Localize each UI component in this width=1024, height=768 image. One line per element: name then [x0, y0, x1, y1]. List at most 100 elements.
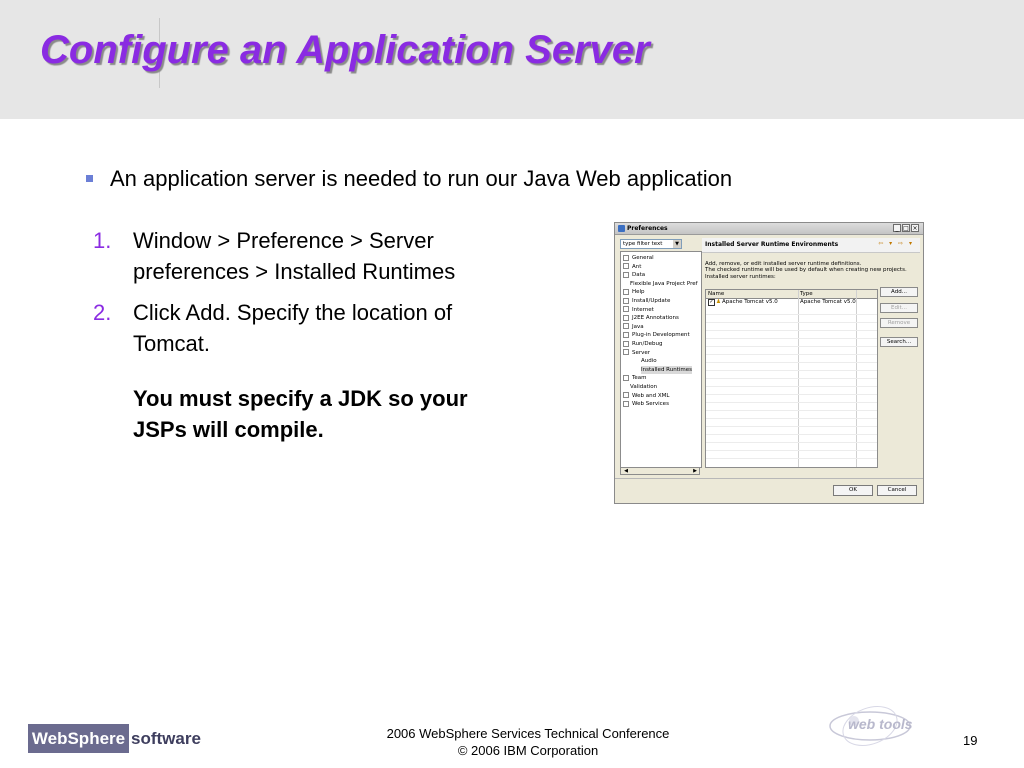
- column-type[interactable]: Type: [798, 290, 813, 298]
- edit-button[interactable]: Edit...: [880, 303, 918, 313]
- bullet-marker: [86, 175, 93, 182]
- table-row[interactable]: ✓ ♟ Apache Tomcat v5.0 Apache Tomcat v5.…: [706, 298, 877, 306]
- page-title: Installed Server Runtime Environments: [705, 241, 839, 248]
- remove-button[interactable]: Remove: [880, 318, 918, 328]
- tree-item-java[interactable]: Java: [623, 323, 644, 332]
- webtools-logo: web tools: [829, 706, 913, 746]
- row-line: [706, 402, 877, 403]
- row-line: [706, 354, 877, 355]
- filter-input[interactable]: type filter text ▼: [620, 239, 682, 249]
- filter-placeholder: type filter text: [623, 241, 663, 247]
- window-icon: [618, 225, 625, 232]
- expand-icon[interactable]: [623, 271, 629, 278]
- logo-software-text: software: [131, 729, 201, 748]
- nav-arrows-icon[interactable]: ⇦ ▾ ⇨ ▾: [878, 240, 914, 247]
- tree-item-run-debug[interactable]: Run/Debug: [623, 340, 663, 349]
- expand-icon[interactable]: [623, 297, 629, 304]
- row-line: [706, 442, 877, 443]
- expand-icon[interactable]: [623, 314, 629, 321]
- tree-item-web-xml[interactable]: Web and XML: [623, 392, 669, 401]
- tree-item-server[interactable]: Server: [623, 349, 650, 358]
- logo-websphere-text: WebSphere: [28, 724, 129, 753]
- row-line: [706, 434, 877, 435]
- dialog-title: Preferences: [627, 225, 668, 232]
- row-line: [706, 362, 877, 363]
- expand-icon[interactable]: [623, 288, 629, 295]
- footer-text: 2006 WebSphere Services Technical Confer…: [330, 725, 726, 759]
- row-line: [706, 450, 877, 451]
- page-number: 19: [963, 733, 978, 748]
- add-button[interactable]: Add...: [880, 287, 918, 297]
- tree-item-audio[interactable]: Audio: [641, 357, 657, 366]
- tree-item-data[interactable]: Data: [623, 271, 645, 280]
- expand-icon[interactable]: [623, 254, 629, 261]
- tree-item-ant[interactable]: Ant: [623, 263, 641, 272]
- expand-icon[interactable]: [623, 306, 629, 313]
- row-line: [706, 370, 877, 371]
- row-line: [706, 314, 877, 315]
- conference-name: 2006 WebSphere Services Technical Confer…: [386, 726, 670, 741]
- search-button[interactable]: Search...: [880, 337, 918, 347]
- slide-title: Configure an Application Server: [40, 28, 650, 72]
- step-text: Window > Preference > Server preferences…: [133, 228, 456, 284]
- tree-scrollbar[interactable]: ◀ ▶: [620, 467, 700, 475]
- tree-item-web-services[interactable]: Web Services: [623, 400, 669, 409]
- expand-icon[interactable]: [623, 392, 629, 399]
- tree-item-install-update[interactable]: Install/Update: [623, 297, 670, 306]
- row-line: [706, 426, 877, 427]
- row-line: [706, 394, 877, 395]
- tree-item-team[interactable]: Team: [623, 374, 647, 383]
- copyright: © 2006 IBM Corporation: [457, 743, 599, 758]
- desc-line-3: Installed server runtimes:: [705, 273, 776, 280]
- preferences-dialog: Preferences _ □ × type filter text ▼ Gen…: [614, 222, 924, 504]
- step-item: 1. Window > Preference > Server preferen…: [90, 225, 500, 287]
- step-number: 2.: [93, 300, 112, 325]
- desc-line-2: The checked runtime will be used by defa…: [705, 267, 907, 274]
- column-name[interactable]: Name: [706, 290, 724, 298]
- scroll-left-icon[interactable]: ◀: [622, 468, 630, 474]
- expand-icon[interactable]: [623, 340, 629, 347]
- default-runtime-checkbox[interactable]: ✓: [708, 299, 715, 306]
- row-line: [706, 330, 877, 331]
- expand-icon[interactable]: [623, 263, 629, 270]
- row-line: [706, 410, 877, 411]
- collapse-icon[interactable]: [623, 349, 629, 356]
- tree-item-general[interactable]: General: [623, 254, 654, 263]
- steps-list: 1. Window > Preference > Server preferen…: [90, 225, 500, 455]
- tree-item-installed-runtimes[interactable]: Installed Runtimes: [641, 365, 693, 375]
- tree-item-flexible-java[interactable]: Flexible Java Project Pref: [630, 280, 698, 289]
- row-line: [706, 378, 877, 379]
- page-header: Installed Server Runtime Environments ⇦ …: [702, 238, 920, 253]
- expand-icon[interactable]: [623, 400, 629, 407]
- maximize-icon[interactable]: □: [902, 224, 910, 232]
- ok-button[interactable]: OK: [833, 485, 873, 496]
- row-line: [706, 338, 877, 339]
- minimize-icon[interactable]: _: [893, 224, 901, 232]
- tree-item-help[interactable]: Help: [623, 288, 645, 297]
- bullet-text: An application server is needed to run o…: [110, 166, 733, 191]
- cancel-button[interactable]: Cancel: [877, 485, 917, 496]
- websphere-logo: WebSphere software: [28, 724, 201, 753]
- jdk-note: You must specify a JDK so your JSPs will…: [133, 386, 468, 442]
- row-line: [706, 386, 877, 387]
- tree-item-validation[interactable]: Validation: [630, 383, 657, 392]
- webtools-text: web tools: [848, 716, 913, 732]
- expand-icon[interactable]: [623, 374, 629, 381]
- expand-icon[interactable]: [623, 323, 629, 330]
- row-line: [706, 418, 877, 419]
- chevron-down-icon[interactable]: ▼: [673, 240, 681, 248]
- row-line: [706, 346, 877, 347]
- step-item: 2. Click Add. Specify the location of To…: [90, 297, 500, 445]
- tree-item-plugin-dev[interactable]: Plug-in Development: [623, 331, 690, 340]
- dialog-titlebar: Preferences _ □ ×: [615, 223, 923, 235]
- step-number: 1.: [93, 228, 112, 253]
- tree-item-j2ee[interactable]: J2EE Annotations: [623, 314, 679, 323]
- scroll-right-icon[interactable]: ▶: [691, 468, 699, 474]
- row-line: [706, 322, 877, 323]
- tree-item-internet[interactable]: Internet: [623, 306, 654, 315]
- expand-icon[interactable]: [623, 331, 629, 338]
- runtime-name: Apache Tomcat v5.0: [722, 299, 778, 305]
- close-icon[interactable]: ×: [911, 224, 919, 232]
- runtime-type: Apache Tomcat v5.0: [800, 299, 856, 305]
- server-icon: ♟: [716, 299, 721, 305]
